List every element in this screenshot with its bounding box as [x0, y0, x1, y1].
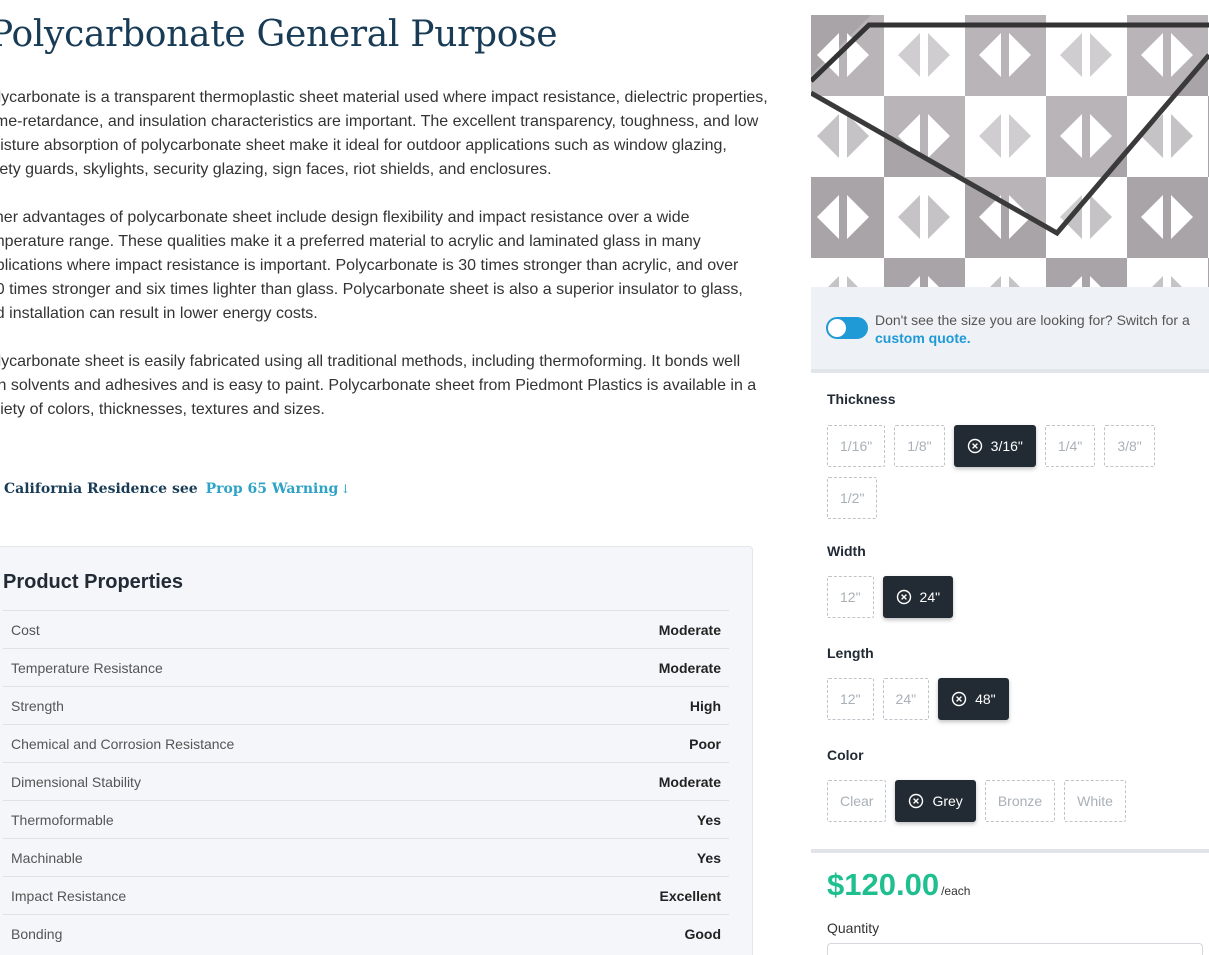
option-label: 48": [975, 691, 996, 707]
length-options: 12" 24" 48": [827, 678, 1197, 720]
thickness-label: Thickness: [827, 391, 896, 407]
property-value: High: [550, 686, 729, 725]
width-option[interactable]: 12": [827, 576, 874, 618]
length-option[interactable]: 12": [827, 678, 874, 720]
remove-selection-icon: [909, 793, 924, 809]
thickness-options: 1/16" 1/8" 3/16" 1/4" 3/8" 1/2": [827, 425, 1197, 519]
thickness-option[interactable]: 1/16": [827, 425, 886, 467]
thickness-option[interactable]: 3/16": [953, 425, 1036, 467]
product-properties-panel: Product Properties Cost Moderate Temperatu…: [0, 546, 753, 955]
custom-quote-text: Don't see the size you are looking for? …: [875, 311, 1205, 347]
custom-quote-panel: Don't see the size you are looking for? …: [811, 287, 1209, 373]
color-option[interactable]: Grey: [895, 780, 976, 822]
table-row: Chemical and Corrosion Resistance Poor: [3, 724, 729, 763]
thickness-option[interactable]: 1/4": [1044, 425, 1096, 467]
property-value: Moderate: [550, 762, 729, 801]
price: $120.00 /each: [827, 867, 970, 903]
table-row: Strength High: [3, 686, 729, 725]
thickness-option[interactable]: 1/8": [894, 425, 945, 467]
option-label: Grey: [932, 793, 963, 809]
remove-selection-icon: [951, 691, 967, 707]
width-option[interactable]: 24": [882, 576, 954, 618]
option-label: 1/4": [1057, 438, 1083, 454]
color-options: Clear Grey Bronze White: [827, 780, 1197, 822]
divider: [811, 849, 1209, 853]
arrow-down-icon: ↓: [340, 482, 351, 496]
custom-quote-toggle[interactable]: [826, 317, 868, 339]
option-label: 3/8": [1117, 438, 1142, 454]
table-row: Temperature Resistance Moderate: [3, 648, 729, 687]
property-value: Good: [550, 914, 729, 953]
option-label: White: [1077, 793, 1113, 809]
prop65-warning-link[interactable]: Prop 65 Warning: [206, 481, 339, 497]
property-value: Yes: [550, 838, 729, 877]
property-name: Cost: [3, 610, 551, 649]
description-paragraph: Polycarbonate is a transparent thermopla…: [0, 89, 768, 178]
remove-selection-icon: [967, 438, 982, 454]
property-name: Impact Resistance: [3, 876, 551, 915]
thickness-option[interactable]: 1/2": [827, 477, 878, 519]
option-label: 24": [919, 589, 941, 605]
table-row: Impact Resistance Excellent: [3, 876, 729, 915]
page-title: Polycarbonate General Purpose: [0, 14, 558, 55]
property-value: Moderate: [550, 648, 729, 687]
price-unit: /each: [941, 884, 971, 898]
custom-quote-prompt: Don't see the size you are looking for? …: [875, 312, 1190, 328]
property-name: Bonding: [3, 914, 551, 953]
option-label: 12": [840, 589, 861, 605]
custom-quote-link[interactable]: custom quote.: [875, 330, 971, 346]
table-row: Thermoformable Yes: [3, 800, 729, 839]
option-label: 12": [840, 691, 861, 707]
remove-selection-icon: [896, 589, 911, 605]
product-photo-icon: [811, 15, 1209, 287]
option-label: 1/8": [907, 438, 932, 454]
option-label: Clear: [840, 793, 874, 809]
price-amount: $120.00: [827, 867, 940, 902]
quantity-label: Quantity: [827, 920, 880, 936]
quantity-input[interactable]: [827, 943, 1203, 955]
length-option[interactable]: 48": [938, 678, 1009, 720]
length-label: Length: [827, 645, 874, 661]
thickness-option[interactable]: 3/8": [1104, 425, 1155, 467]
property-value: Moderate: [550, 610, 729, 649]
description-paragraph: Other advantages of polycarbonate sheet …: [0, 209, 743, 322]
property-value: Yes: [550, 800, 729, 839]
width-label: Width: [827, 543, 866, 559]
table-row: Cost Moderate: [3, 610, 729, 649]
property-name: Machinable: [3, 838, 551, 877]
description-paragraph: Polycarbonate sheet is easily fabricated…: [0, 353, 757, 418]
property-name: Chemical and Corrosion Resistance: [3, 724, 551, 763]
property-name: Thermoformable: [3, 800, 551, 839]
properties-table: Cost Moderate Temperature Resistance Modera…: [3, 610, 729, 953]
prop65-notice: California Residence see Prop 65 Warning…: [0, 478, 350, 500]
property-value: Poor: [550, 724, 729, 763]
color-label: Color: [827, 747, 864, 763]
color-option[interactable]: Bronze: [984, 780, 1056, 822]
color-option[interactable]: White: [1064, 780, 1126, 822]
option-label: 1/16": [840, 438, 873, 454]
property-name: Dimensional Stability: [3, 762, 551, 801]
purchase-column: Don't see the size you are looking for? …: [811, 15, 1209, 955]
property-value: Excellent: [550, 876, 729, 915]
option-label: Bronze: [997, 793, 1043, 809]
product-image: [811, 15, 1209, 287]
prop65-label: California Residence see: [4, 481, 198, 497]
option-label: 24": [895, 691, 917, 707]
property-name: Strength: [3, 686, 551, 725]
option-label: 3/16": [990, 438, 1023, 454]
product-properties-heading: Product Properties: [3, 571, 184, 593]
table-row: Dimensional Stability Moderate: [3, 762, 729, 801]
color-option[interactable]: Clear: [827, 780, 887, 822]
table-row: Machinable Yes: [3, 838, 729, 877]
product-description: Polycarbonate is a transparent thermopla…: [0, 86, 768, 446]
property-name: Temperature Resistance: [3, 648, 551, 687]
table-row: Bonding Good: [3, 914, 729, 953]
option-label: 1/2": [840, 490, 865, 506]
toggle-knob: [828, 319, 846, 337]
width-options: 12" 24": [827, 576, 1197, 618]
length-option[interactable]: 24": [882, 678, 930, 720]
